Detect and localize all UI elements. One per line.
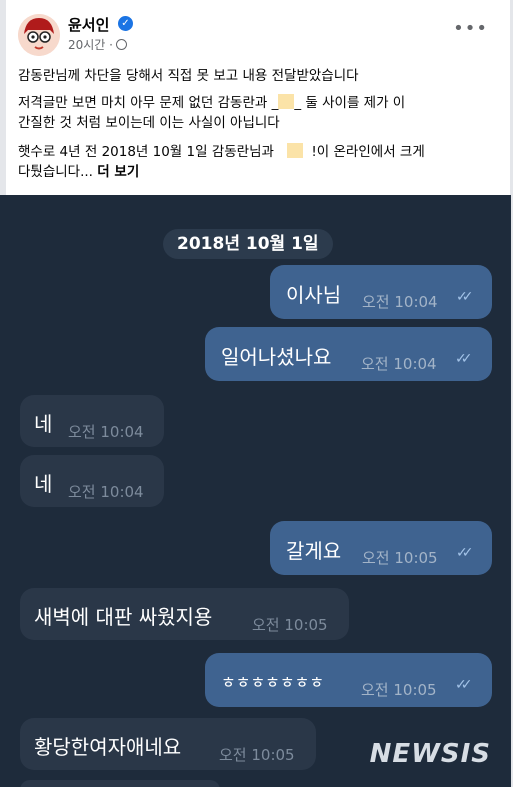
message-text: 네 xyxy=(34,472,53,496)
message-text: ㅎㅎㅎㅎㅎㅎㅎ xyxy=(221,673,325,692)
post-text-segment: 둘 사이를 제가 이 xyxy=(305,95,406,111)
globe-icon xyxy=(116,39,127,50)
message-time: 오전 10:04 xyxy=(68,483,144,501)
message-bubble-partial xyxy=(20,780,220,787)
message-bubble: 갈게요 오전 10:05 ✓✓ xyxy=(270,521,492,575)
more-options-icon[interactable]: ••• xyxy=(453,18,488,39)
message-time: 오전 10:05 xyxy=(252,616,328,634)
read-ticks-icon: ✓✓ xyxy=(455,351,473,367)
message-time: 오전 10:04 xyxy=(361,355,437,373)
message-bubble: 이사님 오전 10:04 ✓✓ xyxy=(270,265,492,319)
post-meta: 20시간 · xyxy=(68,36,127,53)
see-more-link[interactable]: 더 보기 xyxy=(97,164,139,180)
message-time: 오전 10:05 xyxy=(362,549,438,567)
post-text-segment: 햇수로 4년 전 2018년 10월 1일 감동란님과 xyxy=(18,144,274,160)
read-ticks-icon: ✓✓ xyxy=(456,289,474,305)
verified-badge-icon: ✓ xyxy=(118,16,133,31)
post-text-line: 다퉜습니다... 더 보기 xyxy=(18,162,502,182)
message-bubble: 황당한여자애네요 오전 10:05 xyxy=(20,718,316,770)
post-text-line: 감동란님께 차단을 당해서 직접 못 보고 내용 전달받았습니다 xyxy=(18,68,359,84)
message-bubble: ㅎㅎㅎㅎㅎㅎㅎ 오전 10:05 ✓✓ xyxy=(205,653,492,707)
message-text: 네 xyxy=(34,412,53,436)
redaction-mark xyxy=(286,143,303,158)
message-bubble: 새벽에 대판 싸웠지용 오전 10:05 xyxy=(20,588,349,640)
post-text-segment: !이 온라인에서 크게 xyxy=(311,144,425,160)
avatar[interactable] xyxy=(18,14,60,56)
message-time: 오전 10:05 xyxy=(219,746,295,764)
post-time[interactable]: 20시간 xyxy=(68,38,105,52)
message-text: 황당한여자애네요 xyxy=(34,735,182,759)
post-text-segment: 저격글만 보면 마치 아무 문제 없던 감동란과 xyxy=(18,95,268,111)
read-ticks-icon: ✓✓ xyxy=(456,545,474,561)
date-separator: 2018년 10월 1일 xyxy=(163,229,333,259)
post-text-line: 간질한 것 처럼 보이는데 이는 사실이 아닙니다 xyxy=(18,115,280,131)
message-time: 오전 10:04 xyxy=(68,423,144,441)
message-text: 일어나셨나요 xyxy=(221,345,332,369)
message-bubble: 일어나셨나요 오전 10:04 ✓✓ xyxy=(205,327,492,381)
author-name[interactable]: 윤서인 xyxy=(68,14,109,35)
read-ticks-icon: ✓✓ xyxy=(455,677,473,693)
post-text-segment: 다퉜습니다... xyxy=(18,164,93,180)
message-bubble: 네 오전 10:04 xyxy=(20,455,164,507)
message-text: 갈게요 xyxy=(286,539,342,563)
message-bubble: 네 오전 10:04 xyxy=(20,395,164,447)
facebook-post: 윤서인 ✓ 20시간 · ••• 감동란님께 차단을 당해서 직접 못 보고 내… xyxy=(6,0,510,195)
message-text: 새벽에 대판 싸웠지용 xyxy=(34,605,213,629)
message-time: 오전 10:04 xyxy=(362,293,438,311)
message-text: 이사님 xyxy=(286,283,342,307)
post-text-line: 저격글만 보면 마치 아무 문제 없던 감동란과 _ _ 둘 사이를 제가 이 xyxy=(18,93,502,113)
newsis-watermark: NEWSIS xyxy=(369,739,491,769)
chat-screenshot: 2018년 10월 1일 이사님 오전 10:04 ✓✓ 일어나셨나요 오전 1… xyxy=(0,195,511,787)
post-text-line: 햇수로 4년 전 2018년 10월 1일 감동란님과 !이 온라인에서 크게 xyxy=(18,142,502,162)
redaction-mark: _ _ xyxy=(271,94,302,111)
message-time: 오전 10:05 xyxy=(361,681,437,699)
